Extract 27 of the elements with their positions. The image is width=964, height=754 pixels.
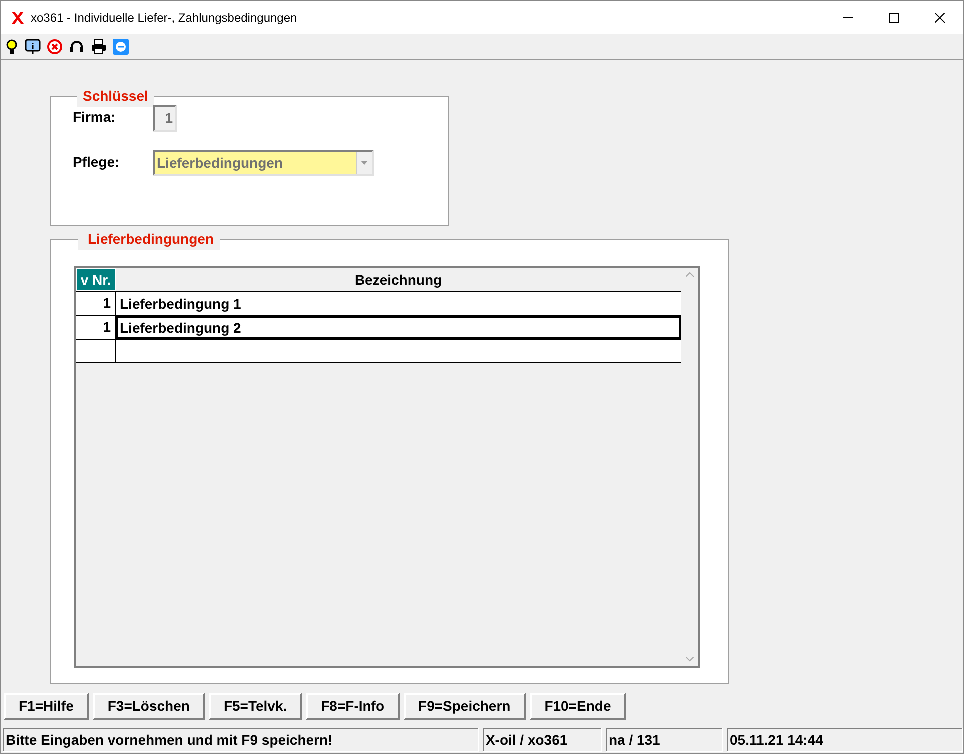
headset-icon[interactable] [69,38,85,54]
firma-label: Firma: [73,108,117,127]
window-title: xo361 - Individuelle Liefer-, Zahlungsbedingungen [31,10,298,26]
status-field: X-oil / xo361 [482,728,602,752]
dropdown-caret-icon [361,161,368,165]
cancel-icon[interactable] [47,38,63,54]
status-field: na / 131 [606,728,723,752]
firma-field[interactable]: 1 [153,105,177,132]
pflege-dropdown[interactable]: Lieferbedingungen [153,150,374,176]
function-key-button[interactable]: F9=Speichern [404,693,526,720]
info-icon[interactable] [25,38,41,54]
status-field: Bitte Eingaben vornehmen und mit F9 speichern! [3,728,479,752]
status-field: 05.11.21 14:44 [727,728,963,752]
lightbulb-icon[interactable] [5,38,19,54]
function-key-button[interactable]: F1=Hilfe [4,693,89,720]
close-icon [935,12,945,22]
function-key-button[interactable]: F10=Ende [530,693,626,720]
function-key-button[interactable]: F5=Telvk. [208,693,302,720]
function-key-button[interactable]: F8=F-Info [306,693,400,720]
table-cell[interactable]: Lieferbedingung 1 [116,292,681,315]
printer-icon[interactable] [91,38,107,54]
pflege-label: Pflege: [73,153,121,172]
app-logo-icon [11,10,25,24]
maximize-icon [889,12,899,22]
table-cell[interactable]: Lieferbedingung 2 [116,316,681,339]
column-header[interactable]: v Nr. [76,268,116,291]
function-key-button[interactable]: F3=Löschen [92,693,205,720]
